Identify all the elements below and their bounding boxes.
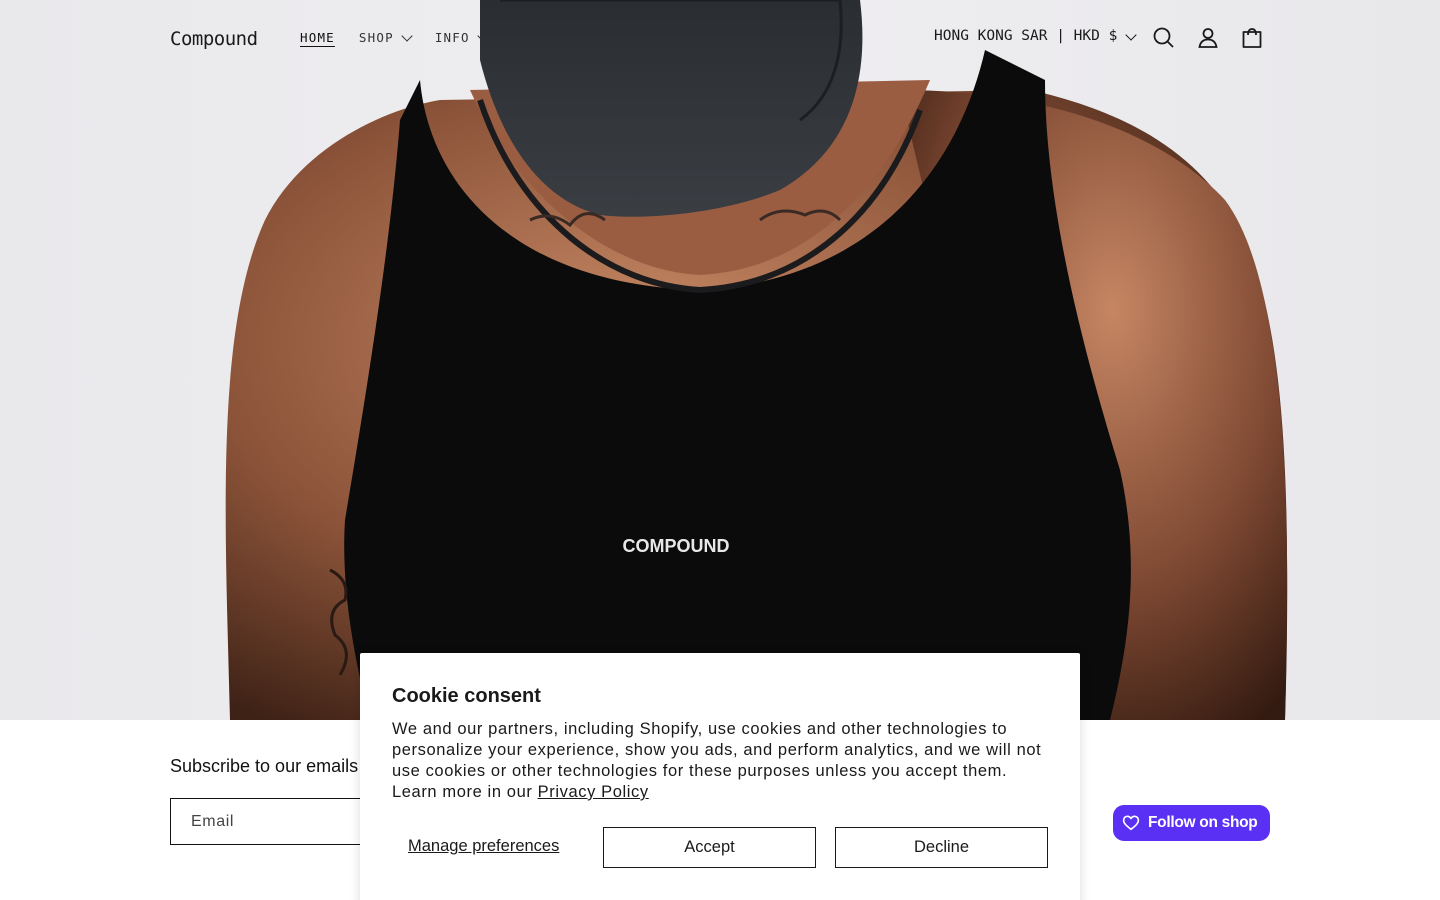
search-button[interactable] [1148,22,1180,54]
hero-illustration: COMPOUND [225,0,1288,720]
cart-icon [1242,28,1262,48]
follow-on-shop-label: Follow on shop [1148,814,1258,831]
chevron-down-icon [477,30,489,42]
account-button[interactable] [1192,22,1224,54]
site-header: Compound HOME SHOP INFO HONG KONG SAR | … [0,0,1440,76]
nav-item-label: HOME [300,30,335,45]
logo[interactable]: Compound [170,28,258,50]
accept-button[interactable]: Accept [603,827,816,868]
nav-item-label: SHOP [358,30,394,45]
cookie-title: Cookie consent [392,685,541,707]
nav-item-home[interactable]: HOME [300,30,335,45]
nav-item-label: INFO [434,30,470,45]
follow-on-shop-button[interactable]: Follow on shop [1113,805,1270,841]
nav-item-info[interactable]: INFO [434,30,489,45]
privacy-policy-link[interactable]: Privacy Policy [538,783,649,801]
search-icon [1153,27,1174,48]
region-label: HONG KONG SAR | HKD $ [934,28,1118,44]
nav-item-shop[interactable]: SHOP [358,30,413,45]
chevron-down-icon [1125,28,1137,41]
region-currency-selector[interactable]: HONG KONG SAR | HKD $ [934,28,1137,44]
hero-image: COMPOUND [0,0,1440,720]
shirt-print-text: COMPOUND [623,536,730,556]
cart-button[interactable] [1236,22,1268,54]
main-nav: HOME SHOP INFO [300,30,511,45]
account-icon [1198,28,1218,48]
cookie-consent-dialog: Cookie consent We and our partners, incl… [360,653,1080,900]
cookie-body: We and our partners, including Shopify, … [392,719,1052,803]
chevron-down-icon [401,30,413,42]
newsletter-title: Subscribe to our emails [170,756,359,776]
manage-preferences-link[interactable]: Manage preferences [408,837,559,856]
decline-button[interactable]: Decline [835,827,1048,868]
heart-icon [1122,815,1140,831]
cookie-body-text: We and our partners, including Shopify, … [392,720,1042,801]
